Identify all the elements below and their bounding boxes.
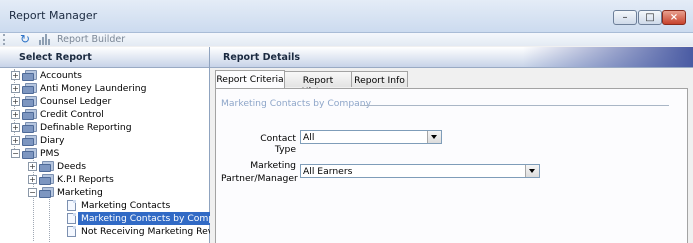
folder-icon <box>22 96 38 107</box>
minimize-icon: – <box>622 12 628 23</box>
section-divider <box>360 105 669 106</box>
marketing-partner-select[interactable]: All Earners <box>300 164 540 178</box>
window-title: Report Manager <box>9 9 98 22</box>
select-report-pane: Select Report + Accounts + Anti Money Laund… <box>0 47 235 243</box>
contact-type-select[interactable]: All <box>300 130 442 144</box>
expander-glyph: + <box>12 110 19 119</box>
collapse-icon[interactable]: − <box>11 149 20 158</box>
expand-icon[interactable]: + <box>11 136 20 145</box>
tree-item-label[interactable]: Counsel Ledger <box>40 96 111 107</box>
toolbar: ↻ Report Builder <box>0 32 693 46</box>
toolbar-grip[interactable] <box>3 34 7 45</box>
tree-item-label[interactable]: Deeds <box>57 161 86 172</box>
tab-report-info[interactable]: Report Info <box>351 71 408 87</box>
report-details-title: Report Details <box>223 52 301 63</box>
header-gradient <box>523 47 693 67</box>
expand-icon[interactable]: + <box>11 84 20 93</box>
tree-item-label[interactable]: Diary <box>40 135 64 146</box>
expand-icon[interactable]: + <box>28 162 37 171</box>
criteria-section-title: Marketing Contacts by Company <box>221 98 372 109</box>
folder-icon <box>39 174 55 185</box>
expand-icon[interactable]: + <box>11 97 20 106</box>
select-report-title: Select Report <box>19 52 92 63</box>
minimize-button[interactable]: – <box>613 10 637 25</box>
marketing-partner-label-line1: Marketing <box>250 160 296 171</box>
tree-row[interactable]: − PMS <box>0 147 209 160</box>
collapse-icon[interactable]: − <box>28 188 37 197</box>
folder-icon <box>22 109 38 120</box>
folder-icon <box>22 135 38 146</box>
tree-row[interactable]: Not Receiving Marketing Review <box>0 225 229 238</box>
contact-type-label: Contact Type <box>260 133 296 155</box>
maximize-button[interactable]: □ <box>638 10 662 25</box>
marketing-partner-value: All Earners <box>303 166 353 177</box>
chevron-down-icon[interactable] <box>427 131 441 143</box>
maximize-icon: □ <box>645 12 655 23</box>
expand-icon[interactable]: + <box>28 175 37 184</box>
contact-type-value: All <box>303 132 315 143</box>
tree-row[interactable]: + Diary <box>0 134 209 147</box>
expander-glyph: − <box>12 149 19 158</box>
tab-report-criteria[interactable]: Report Criteria <box>215 70 285 88</box>
tree-row[interactable]: − Marketing <box>0 186 209 199</box>
tree-row[interactable]: + Accounts <box>0 69 209 82</box>
expander-glyph: + <box>29 175 36 184</box>
folder-icon <box>22 148 38 159</box>
tree-item-label[interactable]: Accounts <box>40 70 82 81</box>
report-document-icon <box>67 200 76 211</box>
expander-glyph: + <box>29 162 36 171</box>
report-details-pane: Report Details Report Criteria Report Hi… <box>210 47 693 243</box>
expand-icon[interactable]: + <box>11 110 20 119</box>
expand-icon[interactable]: + <box>11 123 20 132</box>
report-criteria-panel: Marketing Contacts by Company Contact Ty… <box>215 88 688 243</box>
tree-item-label[interactable]: K.P.I Reports <box>57 174 114 185</box>
expander-glyph: − <box>29 188 36 197</box>
expander-glyph: + <box>12 97 19 106</box>
tree-item-label[interactable]: Definable Reporting <box>40 122 132 133</box>
tree-row[interactable]: + Deeds <box>0 160 209 173</box>
refresh-icon[interactable]: ↻ <box>20 32 30 46</box>
tree-item-label[interactable]: Credit Control <box>40 109 104 120</box>
select-report-header: Select Report <box>0 47 209 68</box>
tab-label: Report Criteria <box>216 74 284 85</box>
report-builder-icon <box>39 34 51 45</box>
tab-report-history[interactable]: Report History <box>284 71 352 97</box>
tree-row[interactable]: + Anti Money Laundering <box>0 82 209 95</box>
expander-glyph: + <box>12 123 19 132</box>
tab-label: Report Info <box>354 75 405 86</box>
tree-row[interactable]: + Credit Control <box>0 108 209 121</box>
close-button[interactable]: × <box>662 10 686 25</box>
chevron-down-icon[interactable] <box>525 165 539 177</box>
tree-row[interactable]: Marketing Contacts by Company <box>0 212 235 225</box>
report-manager-window: Report Manager – □ × ↻ Report Builder Se… <box>0 0 693 243</box>
tree-row[interactable]: + K.P.I Reports <box>0 173 209 186</box>
tree-item-label[interactable]: Marketing <box>57 187 103 198</box>
folder-icon <box>39 187 55 198</box>
title-bar: Report Manager – □ × <box>0 0 693 33</box>
report-document-icon <box>67 226 76 237</box>
tree-item-label[interactable]: Not Receiving Marketing Review <box>81 226 229 237</box>
report-details-header: Report Details <box>210 47 693 68</box>
marketing-partner-label-line2: Partner/Manager <box>221 173 298 184</box>
report-builder-button[interactable]: Report Builder <box>57 34 125 45</box>
expand-icon[interactable]: + <box>11 71 20 80</box>
expander-glyph: + <box>12 84 19 93</box>
tree-row[interactable]: + Definable Reporting <box>0 121 209 134</box>
close-icon: × <box>669 12 679 23</box>
folder-icon <box>22 122 38 133</box>
folder-icon <box>39 161 55 172</box>
tree-item-label[interactable]: PMS <box>40 148 59 159</box>
tree-item-label[interactable]: Marketing Contacts <box>81 200 170 211</box>
expander-glyph: + <box>12 136 19 145</box>
report-document-icon <box>67 213 76 224</box>
folder-icon <box>22 70 38 81</box>
tree-row[interactable]: + Counsel Ledger <box>0 95 209 108</box>
tree-item-label[interactable]: Anti Money Laundering <box>40 83 146 94</box>
tree-row[interactable]: Marketing Contacts <box>0 199 209 212</box>
folder-icon <box>22 83 38 94</box>
expander-glyph: + <box>12 71 19 80</box>
